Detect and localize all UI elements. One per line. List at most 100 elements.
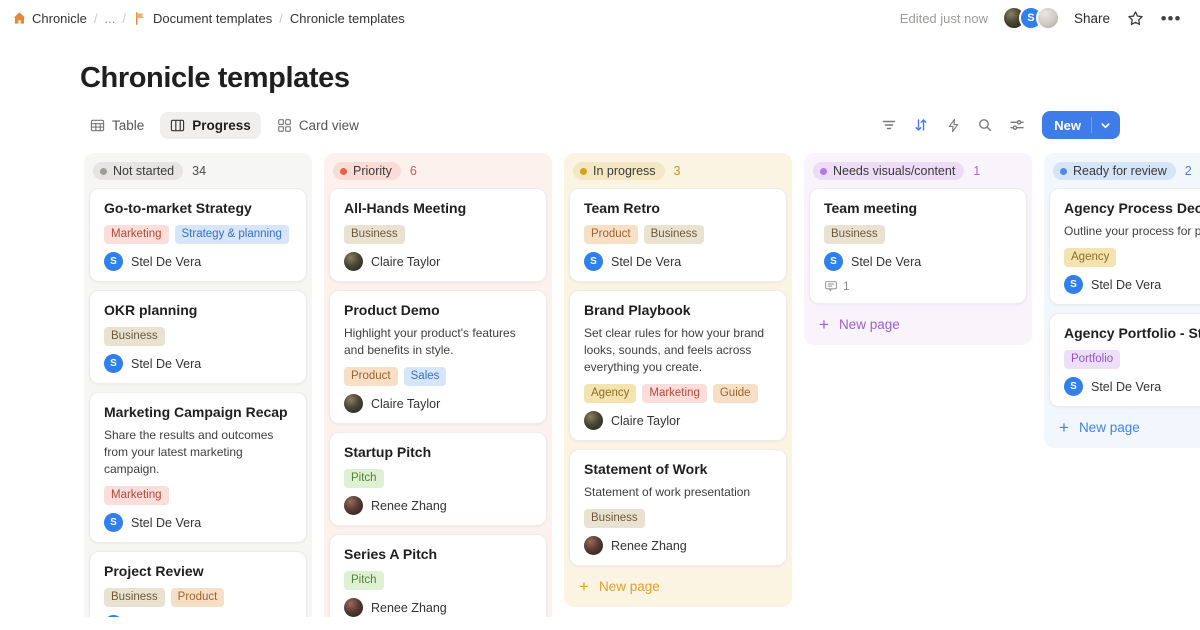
- plus-icon: +: [579, 578, 589, 595]
- breadcrumb-ellipsis[interactable]: ...: [105, 11, 116, 26]
- share-button[interactable]: Share: [1074, 11, 1110, 26]
- card[interactable]: Team Retro ProductBusiness S Stel De Vera: [569, 188, 787, 282]
- new-button[interactable]: New: [1042, 111, 1120, 139]
- board-column-needs-visuals-content: Needs visuals/content1Team meetingBusine…: [804, 153, 1032, 345]
- card-title: Team meeting: [824, 199, 1012, 217]
- card-description: Statement of work presentation: [584, 484, 772, 501]
- avatar: S: [1064, 275, 1083, 294]
- tag-row: Business: [584, 509, 772, 528]
- card[interactable]: Agency Process DeckOutline your process …: [1049, 188, 1200, 305]
- breadcrumb-parent[interactable]: Document templates: [133, 11, 272, 26]
- card[interactable]: Series A PitchPitchRenee Zhang: [329, 534, 547, 617]
- column-status-pill[interactable]: Not started: [93, 162, 183, 180]
- card[interactable]: Brand Playbook Set clear rules for how yo…: [569, 290, 787, 441]
- card[interactable]: Team meetingBusinessSStel De Vera1: [809, 188, 1027, 304]
- card[interactable]: OKR planningBusinessSStel De Vera: [89, 290, 307, 384]
- sort-icon[interactable]: [908, 113, 934, 137]
- tag: Sales: [404, 367, 447, 386]
- tag-row: Agency: [1064, 248, 1200, 267]
- breadcrumb-separator: /: [94, 11, 98, 26]
- collaborator-avatars[interactable]: S: [1002, 6, 1060, 30]
- assignee-name: Claire Taylor: [371, 255, 440, 269]
- table-icon: [90, 118, 105, 133]
- new-button-label: New: [1042, 118, 1091, 133]
- tag-row: Pitch: [344, 571, 532, 590]
- collaborator-avatar[interactable]: [1036, 6, 1060, 30]
- card[interactable]: Startup PitchPitchRenee Zhang: [329, 432, 547, 526]
- assignee: Renee Zhang: [344, 598, 532, 617]
- assignee: SStel De Vera: [824, 252, 1012, 271]
- column-status-pill[interactable]: Needs visuals/content: [813, 162, 964, 180]
- breadcrumb-separator: /: [122, 11, 126, 26]
- card[interactable]: Product DemoHighlight your product's fea…: [329, 290, 547, 424]
- tab-table[interactable]: Table: [80, 112, 154, 139]
- status-dot: [820, 168, 827, 175]
- grid-icon: [277, 118, 292, 133]
- view-settings-icon[interactable]: [1004, 113, 1030, 137]
- tag-row: BusinessProduct: [104, 588, 292, 607]
- card-title: OKR planning: [104, 301, 292, 319]
- column-status-pill[interactable]: Ready for review: [1053, 162, 1176, 180]
- column-header: Ready for review2: [1049, 159, 1200, 188]
- breadcrumb-home[interactable]: Chronicle: [12, 11, 87, 26]
- card-title: Team Retro: [584, 199, 772, 217]
- status-dot: [1060, 168, 1067, 175]
- tag-row: Pitch: [344, 469, 532, 488]
- card[interactable]: Go-to-market StrategyMarketingStrategy &…: [89, 188, 307, 282]
- tag: Product: [344, 367, 398, 386]
- avatar: [344, 394, 363, 413]
- tag: Agency: [584, 384, 636, 403]
- column-status-pill[interactable]: Priority: [333, 162, 401, 180]
- card-list: Team Retro ProductBusiness S Stel De Vera Br…: [569, 188, 787, 566]
- assignee-name: Stel De Vera: [851, 255, 921, 269]
- tag: Product: [171, 588, 225, 607]
- card-list: All-Hands MeetingBusinessClaire TaylorPr…: [329, 188, 547, 617]
- avatar: [584, 411, 603, 430]
- avatar: S: [584, 252, 603, 271]
- assignee: Claire Taylor: [344, 394, 532, 413]
- card-description: Outline your process for potential clien…: [1064, 223, 1200, 240]
- search-icon[interactable]: [972, 113, 998, 137]
- assignee: Claire Taylor: [584, 411, 772, 430]
- card-title: Brand Playbook: [584, 301, 772, 319]
- comment-count: 1: [824, 279, 1012, 293]
- card[interactable]: Agency Portfolio - StudioPortfolioSStel …: [1049, 313, 1200, 407]
- tag: Marketing: [104, 486, 169, 505]
- avatar: S: [104, 354, 123, 373]
- assignee-name: Stel De Vera: [131, 516, 201, 530]
- card[interactable]: All-Hands MeetingBusinessClaire Taylor: [329, 188, 547, 282]
- status-dot: [580, 168, 587, 175]
- assignee-name: Renee Zhang: [371, 601, 447, 615]
- new-page-button[interactable]: + New page: [569, 566, 787, 599]
- assignee-name: Stel De Vera: [1091, 278, 1161, 292]
- filter-icon[interactable]: [876, 113, 902, 137]
- tab-card-view[interactable]: Card view: [267, 112, 369, 139]
- column-status-pill[interactable]: In progress: [573, 162, 665, 180]
- plus-icon: +: [819, 316, 829, 333]
- new-page-button[interactable]: +New page: [1049, 407, 1200, 440]
- new-page-label: New page: [599, 579, 660, 594]
- card-title: Marketing Campaign Recap: [104, 403, 292, 421]
- card[interactable]: Project ReviewBusinessProductSStel De Ve…: [89, 551, 307, 617]
- card[interactable]: Marketing Campaign Recap Share the result…: [89, 392, 307, 543]
- avatar: [344, 496, 363, 515]
- tag-row: ProductBusiness: [584, 225, 772, 244]
- more-options-icon[interactable]: •••: [1160, 7, 1182, 29]
- avatar: S: [104, 513, 123, 532]
- avatar: S: [104, 252, 123, 271]
- card-title: Product Demo: [344, 301, 532, 319]
- card-title: Statement of Work: [584, 460, 772, 478]
- top-bar: Chronicle / ... / Document templates / C…: [0, 0, 1200, 36]
- assignee: SStel De Vera: [104, 615, 292, 617]
- star-icon[interactable]: [1124, 7, 1146, 29]
- chevron-down-icon[interactable]: [1092, 120, 1120, 131]
- tab-progress[interactable]: Progress: [160, 112, 261, 139]
- breadcrumb-current[interactable]: Chronicle templates: [290, 11, 405, 26]
- assignee-name: Stel De Vera: [611, 255, 681, 269]
- document-templates-icon: [133, 11, 148, 26]
- card-description: Share the results and outcomes from your…: [104, 427, 292, 478]
- card[interactable]: Statement of Work Statement of work prese…: [569, 449, 787, 566]
- card-description: Set clear rules for how your brand looks…: [584, 325, 772, 376]
- new-page-button[interactable]: +New page: [809, 304, 1027, 337]
- automation-icon[interactable]: [940, 113, 966, 137]
